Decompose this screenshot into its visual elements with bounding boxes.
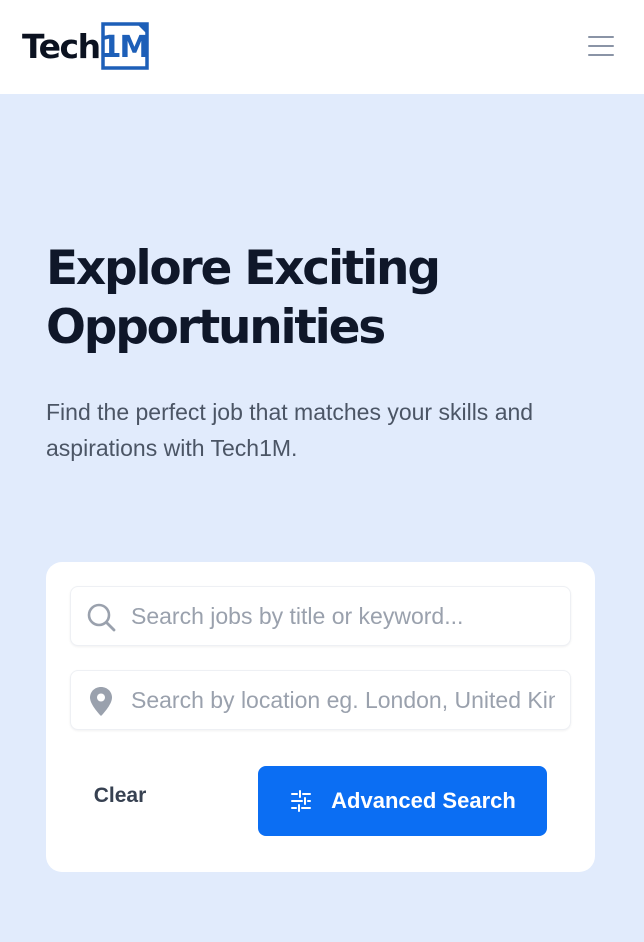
- site-header: Tech 1M: [0, 0, 644, 94]
- sliders-icon: [291, 790, 312, 812]
- location-search-input[interactable]: [131, 671, 555, 729]
- page-title-line-2: Opportunities: [46, 300, 386, 355]
- keyword-search-field[interactable]: [70, 586, 571, 646]
- advanced-search-label: Advanced Search: [331, 788, 516, 813]
- page-subtitle: Find the perfect job that matches your s…: [46, 399, 534, 461]
- search-icon: [85, 601, 117, 633]
- keyword-search-input[interactable]: [131, 587, 555, 645]
- page-title-line-1: Explore Exciting: [46, 241, 441, 296]
- page-title: Explore Exciting Opportunities: [46, 239, 606, 357]
- tech1m-logo[interactable]: Tech 1M: [22, 21, 149, 71]
- logo-badge: 1M: [101, 22, 149, 70]
- logo-badge-text: 1M: [101, 30, 148, 65]
- hero-section: Explore Exciting Opportunities Find the …: [0, 94, 644, 942]
- logo-wordmark: Tech: [22, 26, 101, 66]
- location-search-field[interactable]: [70, 670, 571, 730]
- map-pin-icon: [85, 685, 117, 717]
- search-card: Clear Advanced Search: [46, 562, 595, 872]
- clear-button[interactable]: Clear: [70, 766, 170, 826]
- advanced-search-button[interactable]: Advanced Search: [258, 766, 547, 836]
- hamburger-menu-icon[interactable]: [584, 33, 618, 59]
